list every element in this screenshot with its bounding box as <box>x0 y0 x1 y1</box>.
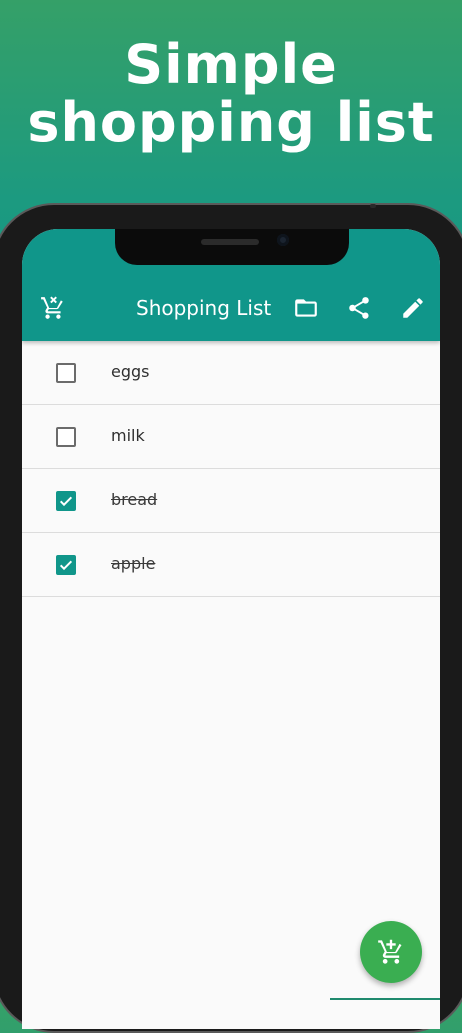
item-checkbox-checked[interactable] <box>56 555 76 575</box>
cart-add-icon <box>378 939 402 964</box>
item-checkbox-checked[interactable] <box>56 491 76 511</box>
item-label: milk <box>111 426 145 445</box>
app-screen: Shopping List eggs milk bread apple <box>22 229 440 1029</box>
add-item-button[interactable] <box>360 921 422 983</box>
item-checkbox[interactable] <box>56 363 76 383</box>
list-item[interactable]: apple <box>22 533 440 597</box>
share-icon[interactable] <box>346 295 372 321</box>
list-item[interactable]: milk <box>22 405 440 469</box>
speaker-grille <box>201 239 259 245</box>
list-item[interactable]: eggs <box>22 341 440 405</box>
check-icon <box>59 560 73 571</box>
item-label: bread <box>111 490 158 509</box>
front-camera <box>277 234 289 246</box>
item-label: eggs <box>111 362 150 381</box>
phone-side-button <box>370 204 376 208</box>
phone-notch <box>115 229 349 265</box>
headline-line-1: Simple <box>124 33 338 96</box>
item-label: apple <box>111 554 156 573</box>
app-bar: Shopping List <box>22 229 440 341</box>
app-title: Shopping List <box>136 296 272 320</box>
item-checkbox[interactable] <box>56 427 76 447</box>
check-icon <box>59 496 73 507</box>
shopping-list: eggs milk bread apple <box>22 341 440 597</box>
folder-icon[interactable] <box>293 295 319 321</box>
promo-headline: Simple shopping list <box>0 36 462 152</box>
headline-line-2: shopping list <box>27 91 435 154</box>
list-item[interactable]: bread <box>22 469 440 533</box>
edit-icon[interactable] <box>400 295 426 321</box>
cart-remove-icon[interactable] <box>40 295 66 321</box>
